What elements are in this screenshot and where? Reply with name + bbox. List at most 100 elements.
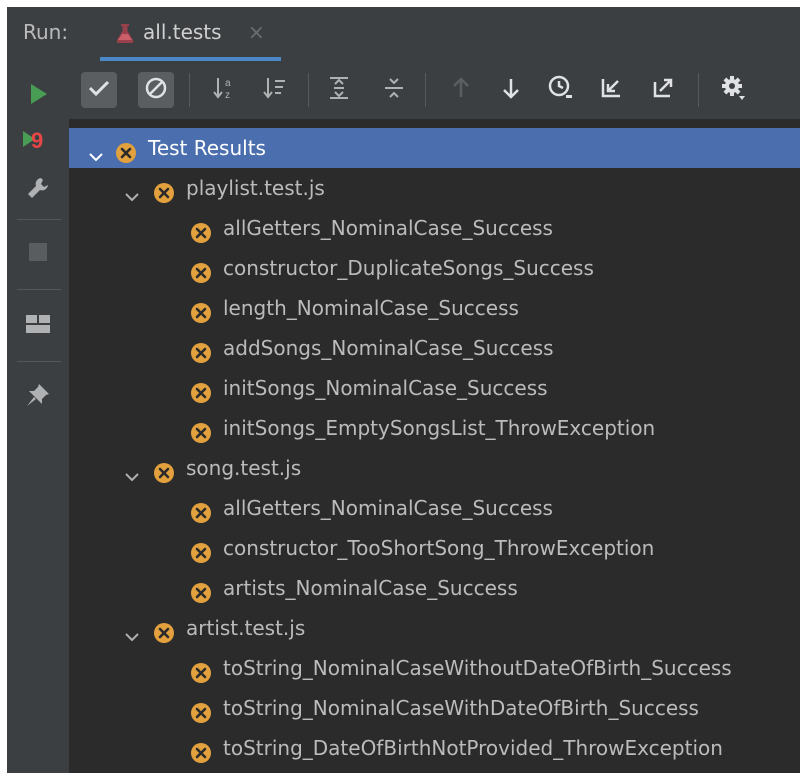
test-case-name: toString_NominalCaseWithoutDateOfBirth_S…	[223, 656, 732, 680]
show-ignored-icon	[144, 76, 168, 104]
left-toolbar-separator	[17, 219, 61, 220]
play-icon	[26, 82, 50, 110]
test-case-name: artists_NominalCase_Success	[223, 576, 518, 600]
test-failed-icon	[153, 617, 175, 643]
expand-all-button[interactable]	[321, 72, 357, 108]
test-case-row[interactable]: toString_NominalCaseWithoutDateOfBirth_S…	[69, 648, 800, 688]
pin-icon	[25, 382, 51, 412]
rerun-failed-button[interactable]: 9	[20, 124, 56, 160]
test-failed-icon	[190, 537, 212, 563]
test-case-row[interactable]: initSongs_EmptySongsList_ThrowException	[69, 408, 800, 448]
rerun-failed-count: 9	[31, 128, 43, 153]
test-case-row[interactable]: toString_DateOfBirthNotProvided_ThrowExc…	[69, 728, 800, 768]
test-case-name: addSongs_NominalCase_Success	[223, 336, 554, 360]
test-case-row[interactable]: length_NominalCase_Success	[69, 288, 800, 328]
collapse-all-icon	[381, 75, 407, 105]
rerun-failed-icon: 9	[20, 122, 56, 162]
test-case-name: toString_NominalCaseWithDateOfBirth_Succ…	[223, 696, 699, 720]
sort-by-duration-button[interactable]	[257, 72, 293, 108]
chevron-down-icon[interactable]	[87, 139, 105, 162]
settings-icon	[720, 74, 748, 106]
chevron-down-icon[interactable]	[123, 459, 141, 482]
settings-button[interactable]	[716, 72, 752, 108]
test-case-row[interactable]: constructor_DuplicateSongs_Success	[69, 248, 800, 288]
test-failed-icon	[190, 417, 212, 443]
chevron-down-icon[interactable]	[123, 619, 141, 642]
collapse-all-button[interactable]	[376, 72, 412, 108]
test-failed-icon	[153, 457, 175, 483]
toolbar-separator	[189, 73, 190, 107]
test-failed-icon	[190, 377, 212, 403]
tab-close-icon[interactable]: ×	[248, 20, 265, 44]
layout-icon	[25, 313, 51, 339]
test-results-tree: Test Results playlist.test.js allGetters_N…	[69, 119, 800, 773]
test-case-row[interactable]: initSongs_NominalCase_Success	[69, 368, 800, 408]
next-failed-button[interactable]	[493, 72, 529, 108]
svg-text:z: z	[225, 90, 230, 101]
stop-button[interactable]	[20, 236, 56, 272]
test-failed-icon	[190, 257, 212, 283]
pin-tab-button[interactable]	[20, 379, 56, 415]
run-header: Run: all.tests ×	[7, 7, 800, 61]
test-failed-icon	[153, 177, 175, 203]
run-label: Run:	[23, 20, 69, 44]
toolbar-separator	[308, 73, 309, 107]
test-suite-name: song.test.js	[186, 456, 302, 480]
export-results-icon	[651, 76, 675, 104]
show-passed-button[interactable]	[81, 72, 117, 108]
previous-failed-button[interactable]	[443, 72, 479, 108]
test-config-icon	[113, 21, 137, 45]
run-tab-all-tests[interactable]: all.tests ×	[100, 7, 281, 61]
test-failed-icon	[190, 297, 212, 323]
show-passed-icon	[87, 76, 111, 104]
run-tool-window: Run: all.tests × 9 a z Test Results play…	[7, 7, 800, 773]
import-tests-icon	[599, 76, 623, 104]
test-case-row[interactable]: allGetters_NominalCase_Success	[69, 208, 800, 248]
test-suite-row[interactable]: artist.test.js	[69, 608, 800, 648]
test-suite-row[interactable]: playlist.test.js	[69, 168, 800, 208]
left-toolbar-separator	[17, 361, 61, 362]
export-results-button[interactable]	[645, 72, 681, 108]
rerun-button[interactable]	[20, 78, 56, 114]
test-case-name: allGetters_NominalCase_Success	[223, 216, 553, 240]
sort-alphabetically-icon: a z	[212, 75, 238, 105]
test-case-name: initSongs_NominalCase_Success	[223, 376, 548, 400]
test-suite-name: playlist.test.js	[186, 176, 325, 200]
layout-button[interactable]	[20, 308, 56, 344]
test-failed-icon	[115, 137, 137, 163]
svg-text:a: a	[225, 78, 231, 89]
previous-failed-icon	[449, 76, 473, 104]
test-case-row[interactable]: addSongs_NominalCase_Success	[69, 328, 800, 368]
tree-root-test-results[interactable]: Test Results	[69, 128, 800, 168]
test-case-name: allGetters_NominalCase_Success	[223, 496, 553, 520]
toolbar-separator	[698, 73, 699, 107]
test-case-row[interactable]: toString_NominalCaseWithDateOfBirth_Succ…	[69, 688, 800, 728]
test-case-name: toString_DateOfBirthNotProvided_ThrowExc…	[223, 736, 723, 760]
test-failed-icon	[190, 217, 212, 243]
tab-title: all.tests	[143, 20, 222, 44]
test-case-name: initSongs_EmptySongsList_ThrowException	[223, 416, 656, 440]
test-suite-name: artist.test.js	[186, 616, 306, 640]
sort-alphabetically-button[interactable]: a z	[207, 72, 243, 108]
left-toolbar-separator	[17, 289, 61, 290]
test-failed-icon	[190, 577, 212, 603]
tree-root-label: Test Results	[148, 136, 266, 160]
test-case-row[interactable]: artists_NominalCase_Success	[69, 568, 800, 608]
test-case-row[interactable]: allGetters_NominalCase_Success	[69, 488, 800, 528]
test-case-name: constructor_DuplicateSongs_Success	[223, 256, 594, 280]
test-case-row[interactable]: constructor_TooShortSong_ThrowException	[69, 528, 800, 568]
test-case-name: length_NominalCase_Success	[223, 296, 519, 320]
import-tests-button[interactable]	[593, 72, 629, 108]
chevron-down-icon[interactable]	[123, 179, 141, 202]
test-history-button[interactable]	[543, 72, 579, 108]
test-failed-icon	[190, 497, 212, 523]
test-failed-icon	[190, 657, 212, 683]
show-ignored-button[interactable]	[138, 72, 174, 108]
sort-by-duration-icon	[262, 75, 288, 105]
settings-wrench-button[interactable]	[20, 172, 56, 208]
test-history-icon	[547, 74, 575, 106]
test-suite-row[interactable]: song.test.js	[69, 448, 800, 488]
test-case-name: constructor_TooShortSong_ThrowException	[223, 536, 655, 560]
test-failed-icon	[190, 697, 212, 723]
test-failed-icon	[190, 337, 212, 363]
